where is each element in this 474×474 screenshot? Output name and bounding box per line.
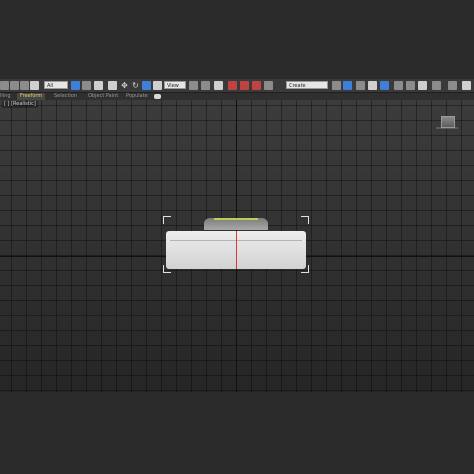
selection-bracket-top-left xyxy=(163,216,171,224)
reference-coordinate-dropdown[interactable]: View xyxy=(164,81,186,89)
tab-populate[interactable]: Populate xyxy=(126,93,148,100)
tab-modeling[interactable]: lling xyxy=(0,93,11,100)
align-icon[interactable] xyxy=(343,81,352,90)
layer-explorer-icon[interactable] xyxy=(368,81,377,90)
select-move-icon[interactable]: ✥ xyxy=(120,81,129,90)
ribbon-display-toggle-icon[interactable] xyxy=(154,94,161,99)
render-setup-icon[interactable] xyxy=(432,81,441,90)
sofa-center-seam xyxy=(236,231,237,269)
top-empty-area xyxy=(0,0,474,79)
toggle-ribbon-icon[interactable] xyxy=(380,81,389,90)
bottom-empty-area xyxy=(0,392,474,474)
edit-named-selection-icon[interactable] xyxy=(264,81,273,90)
keyboard-shortcut-override-icon[interactable] xyxy=(201,81,210,90)
perspective-viewport[interactable]: [ ] [Realistic] xyxy=(0,100,474,392)
selection-bracket-bottom-left xyxy=(163,265,171,273)
percent-snap-icon[interactable] xyxy=(240,81,249,90)
viewcube-icon[interactable] xyxy=(441,116,455,128)
link-icon[interactable] xyxy=(20,81,29,90)
window-crossing-icon[interactable] xyxy=(108,81,117,90)
rectangular-selection-icon[interactable] xyxy=(94,81,103,90)
main-toolbar: All ✥ ↻ View Create Selection Se xyxy=(0,79,474,93)
angle-snap-icon[interactable] xyxy=(228,81,237,90)
selection-filter-dropdown[interactable]: All xyxy=(44,81,68,89)
unlink-icon[interactable] xyxy=(30,81,39,90)
material-editor-icon[interactable] xyxy=(418,81,427,90)
sofa-object[interactable] xyxy=(163,216,309,273)
use-pivot-center-icon[interactable] xyxy=(189,81,198,90)
tab-freeform[interactable]: Freeform xyxy=(17,93,46,100)
redo-icon[interactable] xyxy=(10,81,19,90)
tab-selection[interactable]: Selection xyxy=(54,93,77,100)
selection-bracket-top-right xyxy=(301,216,309,224)
viewport-label-menu[interactable]: [ ] [Realistic] xyxy=(2,101,38,108)
sofa-backrest-trim xyxy=(214,218,258,220)
curve-editor-icon[interactable] xyxy=(394,81,403,90)
render-production-icon[interactable] xyxy=(462,81,471,90)
select-by-name-icon[interactable] xyxy=(82,81,91,90)
named-selection-set-dropdown[interactable]: Create Selection Se xyxy=(286,81,328,89)
mirror-icon[interactable] xyxy=(332,81,341,90)
selection-bracket-bottom-right xyxy=(301,265,309,273)
undo-icon[interactable] xyxy=(0,81,9,90)
rendered-frame-window-icon[interactable] xyxy=(448,81,457,90)
snap-toggle-icon[interactable] xyxy=(214,81,223,90)
select-object-icon[interactable] xyxy=(71,81,80,90)
schematic-view-icon[interactable] xyxy=(406,81,415,90)
spinner-snap-icon[interactable] xyxy=(252,81,261,90)
tab-object-paint[interactable]: Object Paint xyxy=(88,93,118,100)
toggle-scene-explorer-icon[interactable] xyxy=(356,81,365,90)
select-rotate-icon[interactable]: ↻ xyxy=(131,81,140,90)
select-scale-icon[interactable] xyxy=(142,81,151,90)
place-icon[interactable] xyxy=(153,81,162,90)
